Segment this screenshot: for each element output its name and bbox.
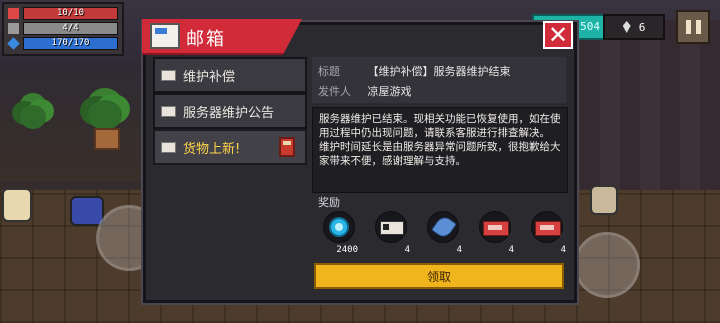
energy-icon (7, 37, 20, 50)
sender-key: 发件人 (318, 85, 351, 98)
rewards-row: 2400 4 4 4 4 (312, 207, 566, 257)
mail-item-label: 货物上新! (183, 141, 241, 157)
gem-count: 6 (638, 20, 646, 34)
player-stats-panel: 10/10 4/4 170/170 (2, 2, 124, 56)
mail-item-new-goods[interactable]: 货物上新! (153, 129, 307, 165)
claim-label: 领取 (426, 269, 451, 284)
close-button[interactable]: ✕ (543, 21, 573, 49)
mail-body-box: 服务器维护已结束。现相关功能已恢复使用，如在使用过程中仍出现问题，请联系客服进行… (312, 107, 568, 193)
red-card-icon (535, 221, 561, 236)
npc-character (590, 185, 618, 215)
mail-detail: 标题 【维护补偿】服务器维护结束 发件人 凉屋游戏 服务器维护已结束。现相关功能… (312, 57, 568, 295)
mail-item-maintenance-compensation[interactable]: 维护补偿 (153, 57, 307, 93)
plant-decoration (20, 105, 46, 129)
envelope-icon (161, 141, 176, 153)
reward-item: 4 (524, 209, 566, 255)
title-key: 标题 (318, 65, 340, 78)
npc-character (2, 188, 32, 222)
reward-item: 4 (420, 209, 464, 255)
gift-icon (279, 137, 295, 157)
mail-sender: 凉屋游戏 (367, 85, 412, 98)
reward-count: 4 (560, 245, 566, 255)
envelope-icon (161, 69, 176, 81)
shield-icon (8, 23, 19, 34)
plant-decoration (88, 100, 122, 130)
energy-bar: 170/170 (23, 37, 118, 50)
mail-meta: 标题 【维护补偿】服务器维护结束 发件人 凉屋游戏 (312, 57, 566, 103)
blue-gem-coin-icon (329, 217, 349, 237)
mail-list: 维护补偿 服务器维护公告 货物上新! (153, 57, 308, 295)
reward-count: 4 (508, 245, 514, 255)
reward-item: 4 (472, 209, 516, 255)
gem-icon (622, 21, 631, 33)
mail-item-server-maintenance-notice[interactable]: 服务器维护公告 (153, 93, 307, 129)
reward-item: 4 (368, 209, 412, 255)
mail-icon (150, 23, 180, 49)
reward-item: 2400 (316, 209, 360, 255)
mail-subject: 【维护补偿】服务器维护结束 (367, 65, 511, 78)
mail-item-label: 服务器维护公告 (183, 105, 275, 121)
background-wall (560, 20, 720, 190)
gem-counter: 6 (603, 14, 665, 40)
claim-button[interactable]: 领取 (314, 263, 564, 289)
red-card-icon (483, 221, 509, 236)
mail-item-label: 维护补偿 (183, 69, 236, 85)
heart-icon (8, 8, 19, 19)
pause-button[interactable] (676, 10, 710, 44)
skill-button[interactable] (574, 232, 640, 298)
mailbox-title: 邮箱 (186, 29, 226, 50)
armor-bar: 4/4 (23, 22, 118, 35)
reward-count: 4 (456, 245, 462, 255)
close-icon: ✕ (547, 21, 569, 49)
feather-icon (430, 213, 458, 241)
reward-count: 2400 (336, 245, 358, 255)
plant-pot (94, 128, 120, 150)
mail-body: 服务器维护已结束。现相关功能已恢复使用，如在使用过程中仍出现问题，请联系客服进行… (319, 113, 561, 167)
reward-count: 4 (404, 245, 410, 255)
mailbox-dialog: 邮箱 ✕ 维护补偿 服务器维护公告 货物上新! 标题 【维护补偿】服务器维护结束… (142, 19, 577, 303)
mailbox-title-tab: 邮箱 (142, 19, 302, 55)
ticket-icon (380, 221, 404, 235)
envelope-icon (161, 105, 176, 117)
hp-bar: 10/10 (23, 7, 118, 20)
